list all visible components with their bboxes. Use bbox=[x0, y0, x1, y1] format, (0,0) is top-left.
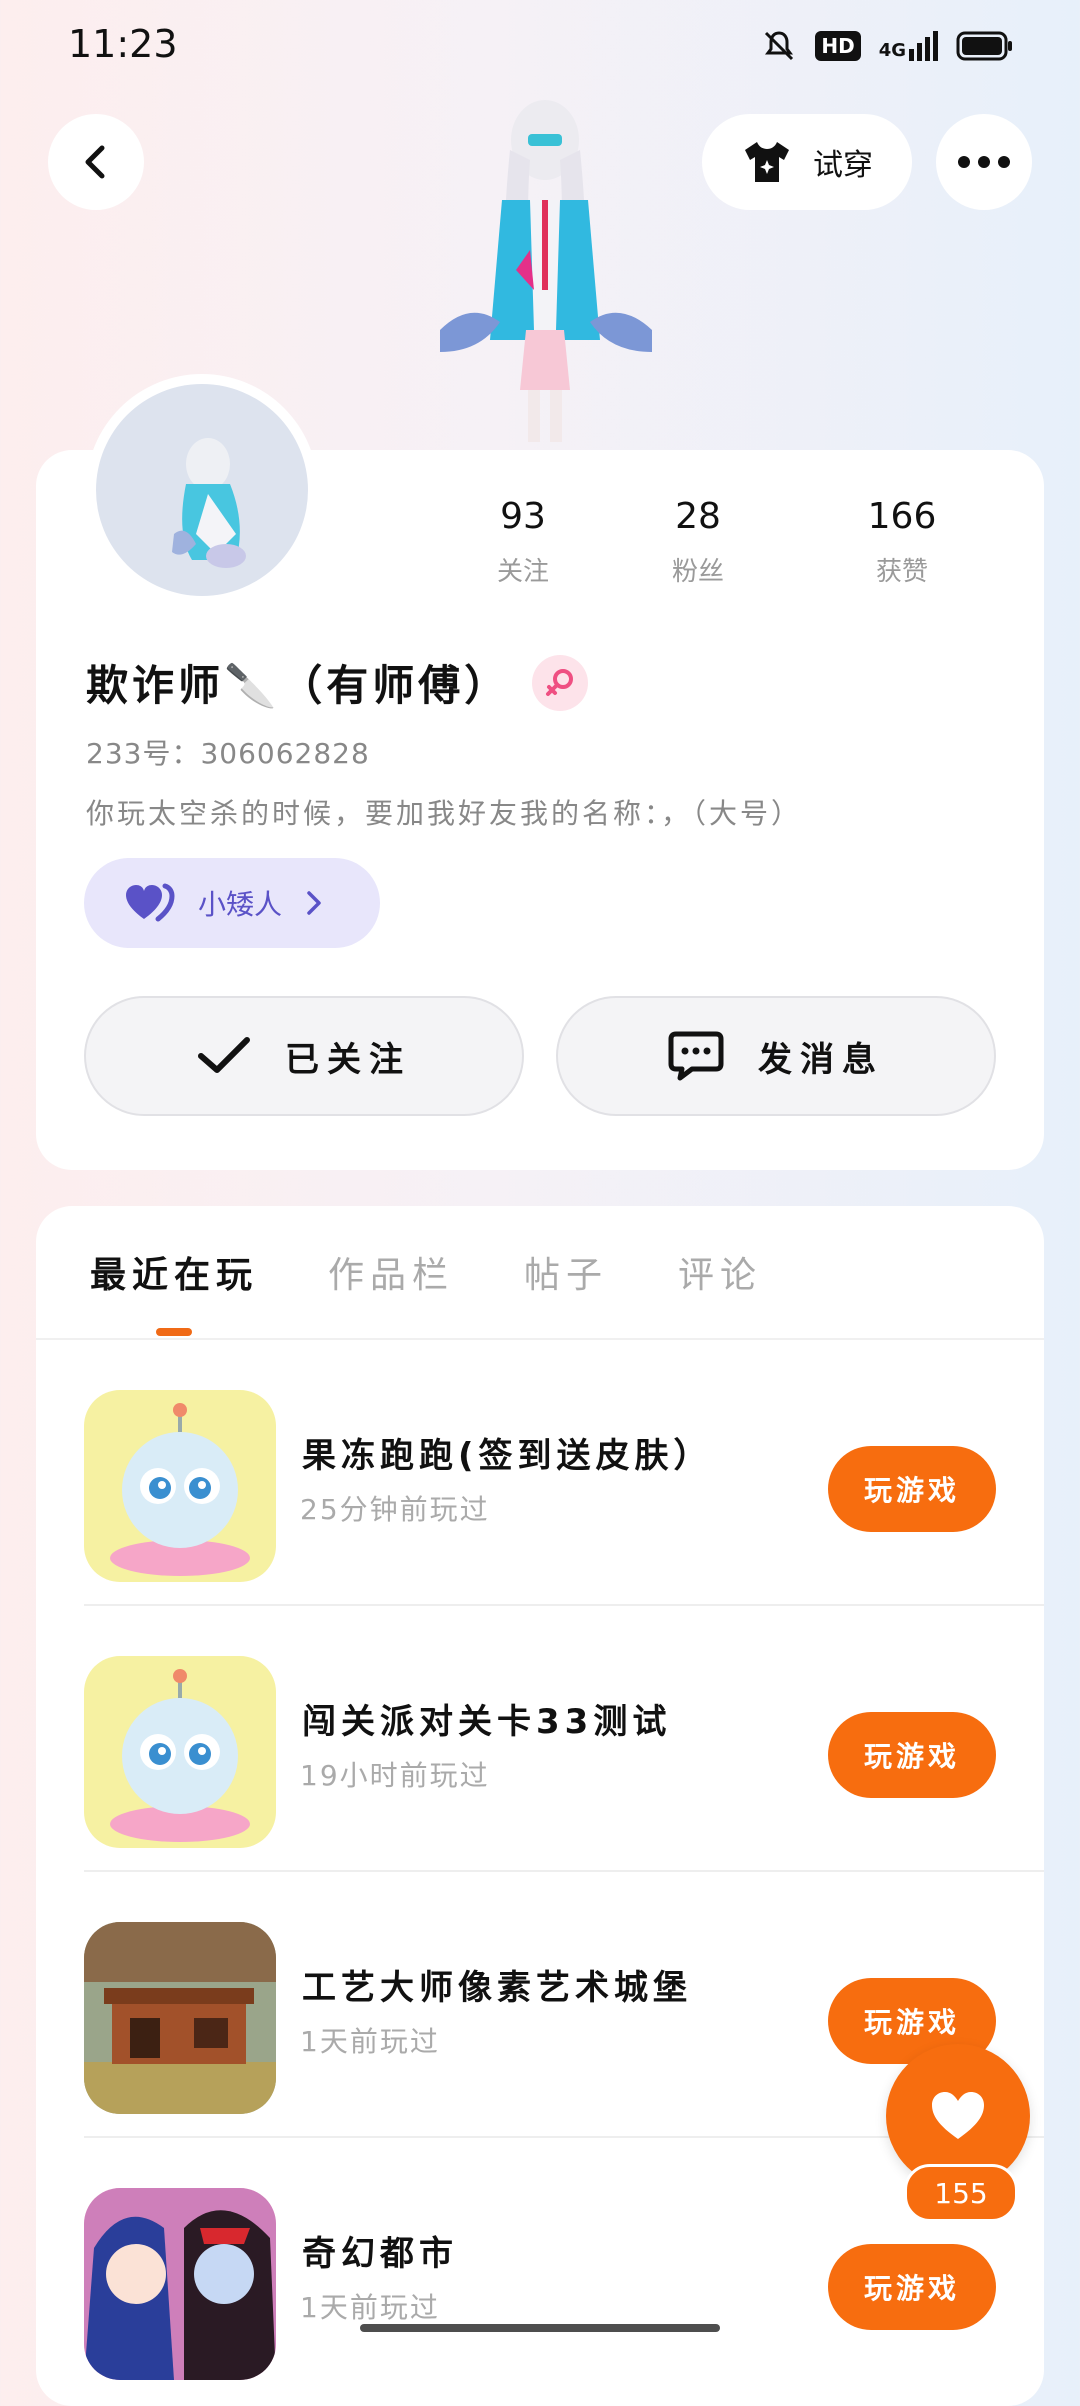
list-item[interactable]: 果冻跑跑(签到送皮肤） 25分钟前玩过 玩游戏 bbox=[84, 1340, 1044, 1606]
network-label: 4G bbox=[878, 40, 906, 61]
game-icon-pixel-castle[interactable] bbox=[84, 1922, 276, 2114]
stat-followers[interactable]: 28 粉丝 bbox=[596, 496, 800, 588]
status-bar: 11:23 HD 4G bbox=[0, 0, 1080, 96]
like-count: 155 bbox=[904, 2164, 1018, 2222]
try-on-label: 试穿 bbox=[813, 148, 873, 183]
chat-bubble-icon bbox=[668, 1031, 724, 1081]
group-pill[interactable]: 小矮人 bbox=[84, 858, 380, 948]
user-bio: 你玩太空杀的时候，要加我好友我的名称：，（大号） bbox=[86, 797, 803, 830]
stat-following-label: 关注 bbox=[496, 557, 549, 587]
heart-badge-icon bbox=[126, 883, 175, 922]
game-last-played: 25分钟前玩过 bbox=[300, 1493, 490, 1526]
stat-likes[interactable]: 166 获赞 bbox=[800, 496, 1004, 588]
list-item[interactable]: 闯关派对关卡33测试 19小时前玩过 玩游戏 bbox=[84, 1606, 1044, 1872]
username: 欺诈师🔪（有师傅） bbox=[86, 661, 511, 710]
back-arrow-icon bbox=[85, 145, 105, 179]
game-icon-jelly-run[interactable] bbox=[84, 1390, 276, 1582]
user-id: 233号：306062828 bbox=[86, 737, 370, 770]
game-title: 工艺大师像素艺术城堡 bbox=[302, 1968, 692, 2008]
more-options-button[interactable] bbox=[936, 114, 1032, 210]
group-label: 小矮人 bbox=[198, 888, 283, 921]
game-last-played: 1天前玩过 bbox=[300, 2025, 440, 2058]
female-icon bbox=[546, 668, 574, 696]
tab-posts[interactable]: 帖子 bbox=[524, 1246, 608, 1298]
stat-following[interactable]: 93 关注 bbox=[450, 496, 596, 588]
list-item[interactable]: 奇幻都市 1天前玩过 玩游戏 bbox=[84, 2138, 1044, 2404]
mute-bell-icon bbox=[765, 31, 794, 61]
send-message-label: 发消息 bbox=[758, 1039, 884, 1080]
game-title: 闯关派对关卡33测试 bbox=[302, 1702, 672, 1742]
stat-following-value: 93 bbox=[500, 496, 546, 537]
active-tab-indicator bbox=[156, 1328, 192, 1336]
username-row: 欺诈师🔪（有师傅） bbox=[86, 652, 589, 713]
try-on-button[interactable]: 试穿 bbox=[702, 114, 912, 210]
game-icon-party-level[interactable] bbox=[84, 1656, 276, 1848]
chevron-right-icon bbox=[307, 891, 321, 915]
pixel-house-image bbox=[84, 1922, 276, 2114]
more-dots-icon bbox=[958, 156, 1010, 168]
status-time: 11:23 bbox=[68, 22, 178, 66]
play-game-button[interactable]: 玩游戏 bbox=[828, 1446, 996, 1532]
tshirt-icon bbox=[745, 142, 789, 182]
game-icon-fantasy-city[interactable] bbox=[84, 2188, 276, 2380]
battery-icon bbox=[956, 31, 1012, 61]
stat-likes-label: 获赞 bbox=[875, 557, 928, 587]
game-last-played: 1天前玩过 bbox=[300, 2291, 440, 2324]
avatar-character-figure[interactable] bbox=[430, 90, 660, 450]
game-title: 奇幻都市 bbox=[302, 2234, 458, 2274]
avatar-image bbox=[172, 438, 246, 568]
game-title: 果冻跑跑(签到送皮肤） bbox=[302, 1436, 713, 1476]
stat-likes-value: 166 bbox=[867, 496, 937, 537]
tab-recently-played[interactable]: 最近在玩 bbox=[90, 1246, 258, 1298]
followed-button[interactable]: 已关注 bbox=[84, 996, 524, 1116]
followed-label: 已关注 bbox=[285, 1039, 411, 1080]
female-gender-badge bbox=[532, 654, 589, 711]
game-last-played: 19小时前玩过 bbox=[300, 1759, 490, 1792]
check-icon bbox=[198, 1037, 250, 1073]
avatar[interactable] bbox=[96, 384, 308, 596]
play-game-button[interactable]: 玩游戏 bbox=[828, 1712, 996, 1798]
profile-stats: 93 关注 28 粉丝 166 获赞 bbox=[450, 496, 1010, 588]
anime-characters-image bbox=[84, 2188, 276, 2380]
tab-bar: 最近在玩 作品栏 帖子 评论 bbox=[90, 1246, 832, 1298]
signal-icon: 4G bbox=[879, 31, 938, 61]
jelly-character-image bbox=[84, 1390, 276, 1582]
send-message-button[interactable]: 发消息 bbox=[556, 996, 996, 1116]
heart-icon bbox=[932, 2092, 984, 2139]
stat-followers-label: 粉丝 bbox=[671, 557, 724, 587]
tab-works[interactable]: 作品栏 bbox=[328, 1246, 454, 1298]
hd-badge: HD bbox=[815, 31, 861, 61]
back-button[interactable] bbox=[48, 114, 144, 210]
jelly-character-image bbox=[84, 1656, 276, 1848]
home-indicator[interactable] bbox=[360, 2324, 720, 2332]
tab-comments[interactable]: 评论 bbox=[678, 1246, 762, 1298]
content-card: 最近在玩 作品栏 帖子 评论 果冻跑跑(签到送皮肤） 25分钟前玩过 玩游戏 闯… bbox=[36, 1206, 1044, 2406]
play-game-button[interactable]: 玩游戏 bbox=[828, 2244, 996, 2330]
status-icons: HD 4G bbox=[761, 28, 1014, 64]
stat-followers-value: 28 bbox=[675, 496, 721, 537]
